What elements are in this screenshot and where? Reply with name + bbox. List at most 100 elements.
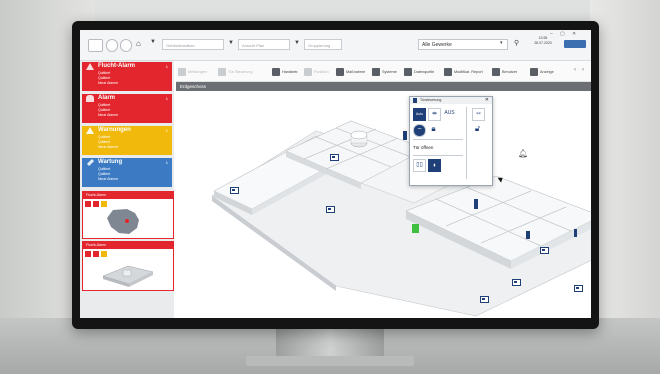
key-icon[interactable]: ⚲ (514, 39, 519, 47)
maximize-icon[interactable]: ▢ (560, 31, 565, 37)
chevron-down-icon[interactable]: ▼ (150, 39, 156, 45)
door-icon (218, 67, 226, 76)
badge (101, 201, 107, 207)
badge (85, 251, 91, 257)
chevron-down-icon[interactable]: ▼ (228, 40, 234, 46)
alarm-title: Alarm (98, 95, 116, 101)
alarm-count: 1 (165, 128, 168, 133)
chevron-right-icon[interactable]: › (582, 67, 584, 73)
bell-icon (86, 95, 94, 102)
door-control-popup: Türsteuerung ✕ Auto ⇹ AUS ⇿ − 🔒︎ 🔓︎ Tür … (409, 96, 493, 186)
door-marker[interactable] (512, 279, 521, 286)
alarm-panel-warning[interactable]: Warnungen Quittiert Quittiert Neue Alarm… (82, 126, 172, 155)
monitor-icon (530, 67, 538, 76)
toolbar: Meldungen Tür-Steuerung Handbetr. Funkti… (176, 61, 591, 82)
tool-manual[interactable]: Handbetr. (272, 66, 298, 77)
house-icon[interactable]: ⌂ (136, 39, 141, 48)
tool-datasource[interactable]: Datenquelle (404, 66, 434, 77)
divider (413, 155, 463, 156)
alarm-count: 1 (165, 96, 168, 101)
tool-measure[interactable]: Maßnahme (336, 66, 365, 77)
divider (413, 139, 463, 140)
dropdown-building[interactable]: Gebäudeaufbau (162, 39, 224, 50)
floor-title-bar: Erdgeschoss (176, 82, 591, 91)
door-width-icon[interactable]: ⇿ (472, 108, 485, 121)
tool-meldungen[interactable]: Meldungen (178, 66, 207, 77)
alarm-count: 1 (165, 64, 168, 69)
systems-icon (372, 67, 380, 76)
report-icon (444, 67, 452, 76)
alarm-panel-alarm[interactable]: Alarm Quittiert Quittiert Neue Alarme 1 (82, 94, 172, 123)
alarm-title: Warnungen (98, 127, 131, 133)
trade-select[interactable]: Alle Gewerke (418, 39, 508, 50)
building-thumbnail-icon (102, 265, 154, 287)
measure-icon (336, 67, 344, 76)
background-blur-right (590, 0, 660, 330)
menu-button[interactable] (88, 39, 103, 52)
function-icon (304, 67, 312, 76)
alarm-sidebar: Flucht-Alarm Quittiert Quittiert Neue Al… (80, 61, 174, 318)
tool-display[interactable]: Anzeige (530, 66, 554, 77)
tool-label: Benutzer (502, 69, 518, 74)
door-marker[interactable] (230, 187, 239, 194)
database-icon (404, 67, 412, 76)
alarm-panel-maintenance[interactable]: Wartung Quittiert Quittiert Neue Alarme … (82, 158, 172, 187)
dropdown-view[interactable]: Ansicht Plan (238, 39, 290, 50)
door-closed-icon[interactable]: ▮ (428, 159, 441, 172)
tool-label: Datenquelle (414, 69, 435, 74)
tool-systems[interactable]: Systeme (372, 66, 397, 77)
door-marker[interactable] (540, 247, 549, 254)
lock-icon[interactable]: 🔒︎ (428, 124, 439, 135)
door-open-icon[interactable]: ⇹ (428, 108, 441, 121)
alarm-panel-escape[interactable]: Flucht-Alarm Quittiert Quittiert Neue Al… (82, 62, 172, 91)
alarm-card-building[interactable]: Flucht-Alarm (82, 241, 174, 291)
alarm-row: Neue Alarme (98, 81, 119, 85)
wrench-icon (86, 158, 95, 167)
chevron-left-icon[interactable]: ‹ (574, 67, 576, 73)
home-button[interactable] (106, 39, 118, 52)
door-marker[interactable] (326, 206, 335, 213)
off-mode-button[interactable]: AUS (444, 108, 455, 119)
open-door-label[interactable]: Tür öffnen (413, 143, 473, 152)
bell-icon[interactable]: 🔔︎ (518, 149, 528, 158)
minimize-icon[interactable]: – (550, 31, 553, 37)
top-bar: ⌂ ▼ Gebäudeaufbau ▼ Ansicht Plan ▼ Grupp… (80, 30, 591, 61)
alarm-card-map[interactable]: Flucht-Alarm (82, 191, 174, 239)
running-person-icon (86, 63, 94, 70)
tool-label: Anzeige (540, 69, 554, 74)
chevron-down-icon[interactable]: ▼ (294, 40, 300, 46)
alarm-title: Wartung (98, 159, 123, 165)
tool-users[interactable]: Benutzer (492, 66, 517, 77)
badge (93, 251, 99, 257)
monitor-stand-foot (246, 356, 414, 366)
auto-mode-button[interactable]: Auto (413, 108, 426, 121)
popup-title: Türsteuerung (420, 98, 442, 102)
door-marker[interactable] (330, 154, 339, 161)
card-header: Flucht-Alarm (83, 192, 173, 199)
badge (85, 201, 91, 207)
tool-report[interactable]: Modifikat. Report (444, 66, 483, 77)
back-button[interactable] (120, 39, 132, 52)
close-icon[interactable]: ✕ (485, 97, 489, 104)
tool-label: Maßnahme (346, 69, 366, 74)
alarm-row: Neue Alarme (98, 177, 119, 181)
tool-door-control[interactable]: Tür-Steuerung (218, 66, 252, 77)
tool-label: Modifikat. Report (454, 69, 483, 74)
tool-function[interactable]: Funktion (304, 66, 329, 77)
floor-plan-view[interactable]: 🔔︎ (176, 91, 591, 318)
door-icon (413, 98, 417, 103)
popup-header: Türsteuerung ✕ (410, 97, 492, 104)
warning-icon (178, 67, 186, 76)
door-marker[interactable] (574, 285, 583, 292)
dropdown-group[interactable]: Gruppierung (304, 39, 342, 50)
close-icon[interactable]: ✕ (572, 31, 576, 37)
door-marker[interactable] (480, 296, 489, 303)
tool-label: Meldungen (188, 69, 207, 74)
tool-label: Systeme (382, 69, 397, 74)
card-header: Flucht-Alarm (83, 242, 173, 249)
alarm-row: Neue Alarme (98, 113, 119, 117)
unlock-icon[interactable]: 🔓︎ (472, 124, 483, 135)
highlighted-door (412, 224, 419, 233)
no-entry-icon[interactable]: − (413, 124, 426, 137)
door-panel-icon[interactable]: ▯▯ (413, 159, 426, 172)
